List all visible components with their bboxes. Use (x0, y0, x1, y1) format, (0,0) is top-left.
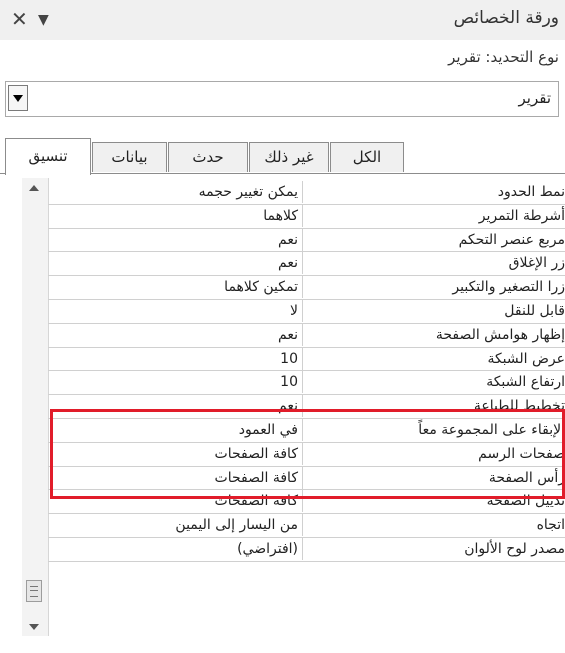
selection-type: نوع التحديد: تقرير (448, 48, 559, 66)
property-value-text: من اليسار إلى اليمين (175, 517, 298, 534)
property-value-text: كافة الصفحات (214, 445, 298, 462)
property-value-text: في العمود (238, 421, 298, 438)
selection-type-label: نوع التحديد: (485, 48, 559, 66)
property-row[interactable]: كافة الصفحات تذييل الصفحة (48, 490, 565, 515)
scroll-up-icon[interactable] (29, 185, 39, 191)
property-value[interactable]: نعم (48, 395, 303, 418)
property-value-text: نعم (278, 326, 298, 343)
property-value[interactable]: نعم (48, 228, 303, 251)
property-name: إظهار هوامش الصفحة (435, 326, 565, 343)
dropdown-arrow-icon[interactable] (8, 85, 28, 111)
property-grid: يمكن تغيير حجمه نمط الحدود كلاهما أشرطة الت… (48, 181, 565, 562)
property-value-text: 10 (280, 374, 298, 391)
property-name: تخطيط للطباعة (473, 398, 565, 415)
property-row[interactable]: نعم إظهار هوامش الصفحة (48, 323, 565, 348)
property-value-text: (افتراضي) (237, 540, 298, 557)
property-row[interactable]: 10 ارتفاع الشبكة (48, 371, 565, 396)
property-value[interactable]: كافة الصفحات (48, 466, 303, 489)
property-name: تذييل الصفحة (486, 493, 565, 510)
property-value[interactable]: تمكين كلاهما (48, 276, 303, 299)
property-value[interactable]: كافة الصفحات (48, 442, 303, 465)
property-name: نمط الحدود (497, 184, 565, 200)
tab-event[interactable]: حدث (168, 142, 248, 172)
vertical-scrollbar[interactable] (22, 178, 49, 636)
selection-type-value: تقرير (448, 48, 481, 66)
property-value-text: نعم (278, 231, 298, 248)
property-row[interactable]: كافة الصفحات رأس الصفحة (48, 466, 565, 491)
property-value[interactable]: نعم (48, 323, 303, 346)
property-name: أشرطة التمرير (478, 207, 565, 224)
property-value-text: نعم (278, 398, 298, 415)
property-name: عرض الشبكة (487, 350, 565, 367)
pane-menu-arrow-icon[interactable]: ▼ (38, 12, 49, 28)
property-row[interactable]: نعم تخطيط للطباعة (48, 395, 565, 419)
property-value-text: نعم (278, 255, 298, 272)
tab-data[interactable]: بيانات (92, 142, 167, 172)
property-name: مصدر لوح الألوان (464, 540, 565, 557)
property-row[interactable]: نعم زر الإغلاق (48, 252, 565, 277)
property-row[interactable]: كافة الصفحات صفحات الرسم (48, 442, 565, 467)
property-value[interactable]: في العمود (48, 418, 303, 441)
pane-titlebar: ✕ ▼ ورقة الخصائص (0, 0, 565, 40)
property-name: الإبقاء على المجموعة معاً (418, 421, 565, 438)
property-row[interactable]: في العمود الإبقاء على المجموعة معاً (48, 418, 565, 443)
property-name: ارتفاع الشبكة (486, 374, 565, 391)
property-row[interactable]: نعم مربع عنصر التحكم (48, 228, 565, 253)
property-row[interactable]: كلاهما أشرطة التمرير (48, 204, 565, 229)
tab-other[interactable]: غير ذلك (249, 142, 329, 172)
property-row[interactable]: لا قابل للنقل (48, 299, 565, 324)
tab-format[interactable]: تنسيق (5, 138, 91, 175)
object-selector-value: تقرير (518, 89, 552, 107)
object-selector[interactable]: تقرير (5, 81, 559, 117)
property-value[interactable]: 10 (48, 371, 303, 394)
property-value[interactable]: من اليسار إلى اليمين (48, 514, 303, 537)
property-value[interactable]: نعم (48, 252, 303, 275)
property-value-text: لا (290, 302, 298, 319)
property-value-text: كافة الصفحات (214, 469, 298, 486)
property-name: صفحات الرسم (478, 445, 565, 462)
property-value[interactable]: لا (48, 299, 303, 322)
scroll-thumb-icon[interactable] (26, 580, 42, 602)
property-value[interactable]: (افتراضي) (48, 537, 303, 560)
property-value-text: كافة الصفحات (214, 493, 298, 510)
property-name: اتجاه (536, 517, 565, 534)
property-name: زر الإغلاق (508, 255, 565, 272)
scroll-down-icon[interactable] (29, 624, 39, 630)
property-row[interactable]: من اليسار إلى اليمين اتجاه (48, 514, 565, 538)
property-name: زرا التصغير والتكبير (452, 279, 565, 296)
property-value[interactable]: كلاهما (48, 204, 303, 227)
property-value-text: تمكين كلاهما (224, 279, 298, 296)
property-row[interactable]: 10 عرض الشبكة (48, 347, 565, 372)
property-value-text: كلاهما (263, 207, 298, 224)
property-value[interactable]: 10 (48, 347, 303, 370)
pane-title: ورقة الخصائص (453, 8, 559, 28)
property-value[interactable]: يمكن تغيير حجمه (48, 181, 303, 203)
property-value[interactable]: كافة الصفحات (48, 490, 303, 513)
property-tabs: تنسيق بيانات حدث غير ذلك الكل (0, 138, 565, 175)
property-name: مربع عنصر التحكم (458, 231, 565, 248)
property-row[interactable]: تمكين كلاهما زرا التصغير والتكبير (48, 276, 565, 300)
property-value-text: يمكن تغيير حجمه (198, 184, 298, 200)
property-name: قابل للنقل (504, 302, 565, 319)
property-value-text: 10 (280, 350, 298, 367)
property-name: رأس الصفحة (488, 469, 565, 486)
property-row[interactable]: يمكن تغيير حجمه نمط الحدود (48, 181, 565, 205)
close-icon[interactable]: ✕ (11, 7, 28, 31)
property-row[interactable]: (افتراضي) مصدر لوح الألوان (48, 537, 565, 562)
tab-all[interactable]: الكل (330, 142, 404, 172)
